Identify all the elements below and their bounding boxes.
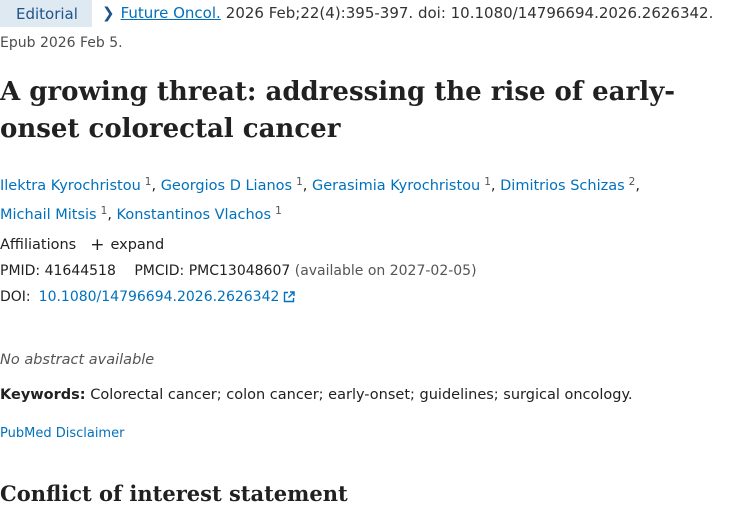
conflict-of-interest-heading: Conflict of interest statement: [0, 481, 348, 506]
pmid-value: 41644518: [44, 263, 116, 279]
affiliation-ref[interactable]: 1: [275, 205, 282, 217]
keywords-text: Colorectal cancer; colon cancer; early-o…: [90, 387, 633, 403]
doi-link[interactable]: 10.1080/14796694.2026.2626342: [39, 289, 280, 305]
pmcid-value: PMC13048607: [188, 263, 291, 279]
keywords-label: Keywords:: [0, 387, 86, 403]
pmcid-label: PMCID:: [134, 263, 185, 279]
keywords-row: Keywords: Colorectal cancer; colon cance…: [0, 387, 633, 403]
affiliations-row: Affiliations + expand: [0, 235, 164, 255]
affiliations-label: Affiliations: [0, 237, 77, 253]
plus-icon[interactable]: +: [90, 235, 104, 255]
citation-line: ❯ Future Oncol. 2026 Feb;22(4):395-397. …: [102, 4, 713, 22]
affiliation-ref[interactable]: 2: [629, 176, 636, 188]
author-link[interactable]: Michail Mitsis: [0, 207, 97, 223]
author-link[interactable]: Dimitrios Schizas: [500, 178, 625, 194]
pubmed-disclaimer-link[interactable]: PubMed Disclaimer: [0, 426, 124, 441]
journal-link[interactable]: Future Oncol.: [121, 4, 221, 22]
no-abstract-note: No abstract available: [0, 352, 155, 368]
epub-date: Epub 2026 Feb 5.: [0, 35, 123, 51]
doi-label: DOI:: [0, 289, 31, 305]
expand-affiliations-button[interactable]: expand: [110, 237, 164, 253]
author-link[interactable]: Georgios D Lianos: [161, 178, 292, 194]
publication-type-label: Editorial: [16, 4, 78, 23]
citation-details: 2026 Feb;22(4):395-397. doi: 10.1080/147…: [225, 4, 714, 22]
chevron-right-icon: ❯: [102, 4, 115, 22]
authors-list: Ilektra Kyrochristou 1, Georgios D Lianos…: [0, 176, 640, 223]
article-title: A growing threat: addressing the rise of…: [0, 77, 675, 144]
doi-row: DOI: 10.1080/14796694.2026.2626342: [0, 289, 296, 305]
affiliation-ref[interactable]: 1: [296, 176, 303, 188]
publication-type-badge: Editorial: [0, 0, 92, 27]
affiliation-ref[interactable]: 1: [101, 205, 108, 217]
author-link[interactable]: Gerasimia Kyrochristou: [312, 178, 480, 194]
affiliation-ref[interactable]: 1: [145, 176, 152, 188]
pmid-label: PMID:: [0, 263, 41, 279]
author-link[interactable]: Konstantinos Vlachos: [117, 207, 272, 223]
external-link-icon[interactable]: [283, 291, 296, 303]
identifiers-row: PMID: 41644518 PMCID: PMC13048607 (avail…: [0, 263, 477, 279]
affiliation-ref[interactable]: 1: [484, 176, 491, 188]
author-link[interactable]: Ilektra Kyrochristou: [0, 178, 141, 194]
pmc-availability-note: (available on 2027-02-05): [294, 263, 477, 279]
